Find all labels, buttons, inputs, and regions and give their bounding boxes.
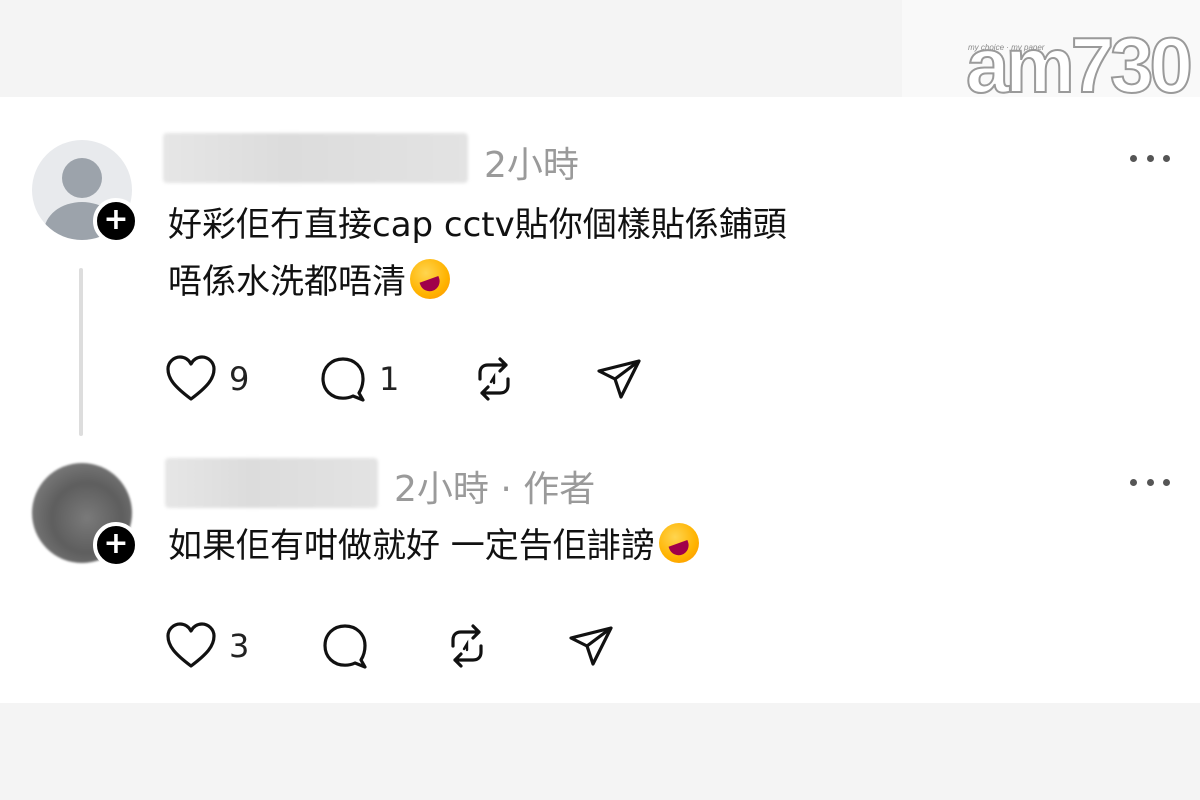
comment-text-line: 好彩佢冇直接cap cctv貼你個樣貼係鋪頭 — [168, 205, 787, 245]
more-options-icon[interactable] — [1130, 152, 1170, 164]
comment-text: 好彩佢冇直接cap cctv貼你個樣貼係鋪頭 唔係水洗都唔清 — [168, 197, 787, 311]
repost-button[interactable] — [470, 354, 518, 404]
more-options-icon[interactable] — [1130, 476, 1170, 488]
share-button[interactable] — [567, 621, 615, 671]
username-blurred[interactable] — [163, 133, 468, 183]
comment-text-line: 如果佢有咁做就好 一定告佢誹謗 — [168, 518, 699, 575]
send-icon — [569, 626, 613, 666]
bottom-frame-band — [0, 703, 1200, 800]
comment-text: 如果佢有咁做就好 一定告佢誹謗 — [168, 518, 699, 575]
comment-text-span: 唔係水洗都唔清 — [168, 262, 406, 302]
comment-timestamp-author: 2小時 · 作者 — [394, 469, 596, 510]
reply-count: 1 — [379, 360, 400, 398]
heart-icon — [166, 355, 216, 401]
reply-button[interactable] — [321, 621, 369, 671]
logo-text: am730 — [965, 21, 1194, 109]
comment-text-line: 唔係水洗都唔清 — [168, 254, 787, 311]
rolling-laughing-emoji-icon — [410, 259, 450, 299]
username-blurred[interactable] — [165, 458, 378, 508]
repost-icon — [478, 357, 510, 401]
like-count: 9 — [229, 360, 250, 398]
like-button[interactable]: 3 — [165, 621, 249, 671]
comment-bubble-icon — [323, 624, 367, 669]
repost-button[interactable] — [443, 621, 491, 671]
rolling-laughing-emoji-icon — [658, 523, 699, 563]
repost-icon — [451, 624, 483, 668]
comment-text-span: 如果佢有咁做就好 一定告佢誹謗 — [168, 526, 655, 566]
share-button[interactable] — [595, 354, 643, 404]
send-icon — [597, 359, 641, 399]
follow-button[interactable]: + — [93, 198, 139, 244]
comment-bubble-icon — [321, 357, 365, 402]
heart-icon — [166, 622, 216, 668]
like-count: 3 — [229, 627, 250, 665]
like-button[interactable]: 9 — [165, 354, 249, 404]
comment-timestamp: 2小時 — [484, 145, 579, 186]
avatar-head-silhouette — [62, 158, 102, 198]
reply-button[interactable]: 1 — [319, 354, 399, 404]
follow-button[interactable]: + — [93, 522, 139, 568]
thread-connector-line — [79, 268, 83, 436]
